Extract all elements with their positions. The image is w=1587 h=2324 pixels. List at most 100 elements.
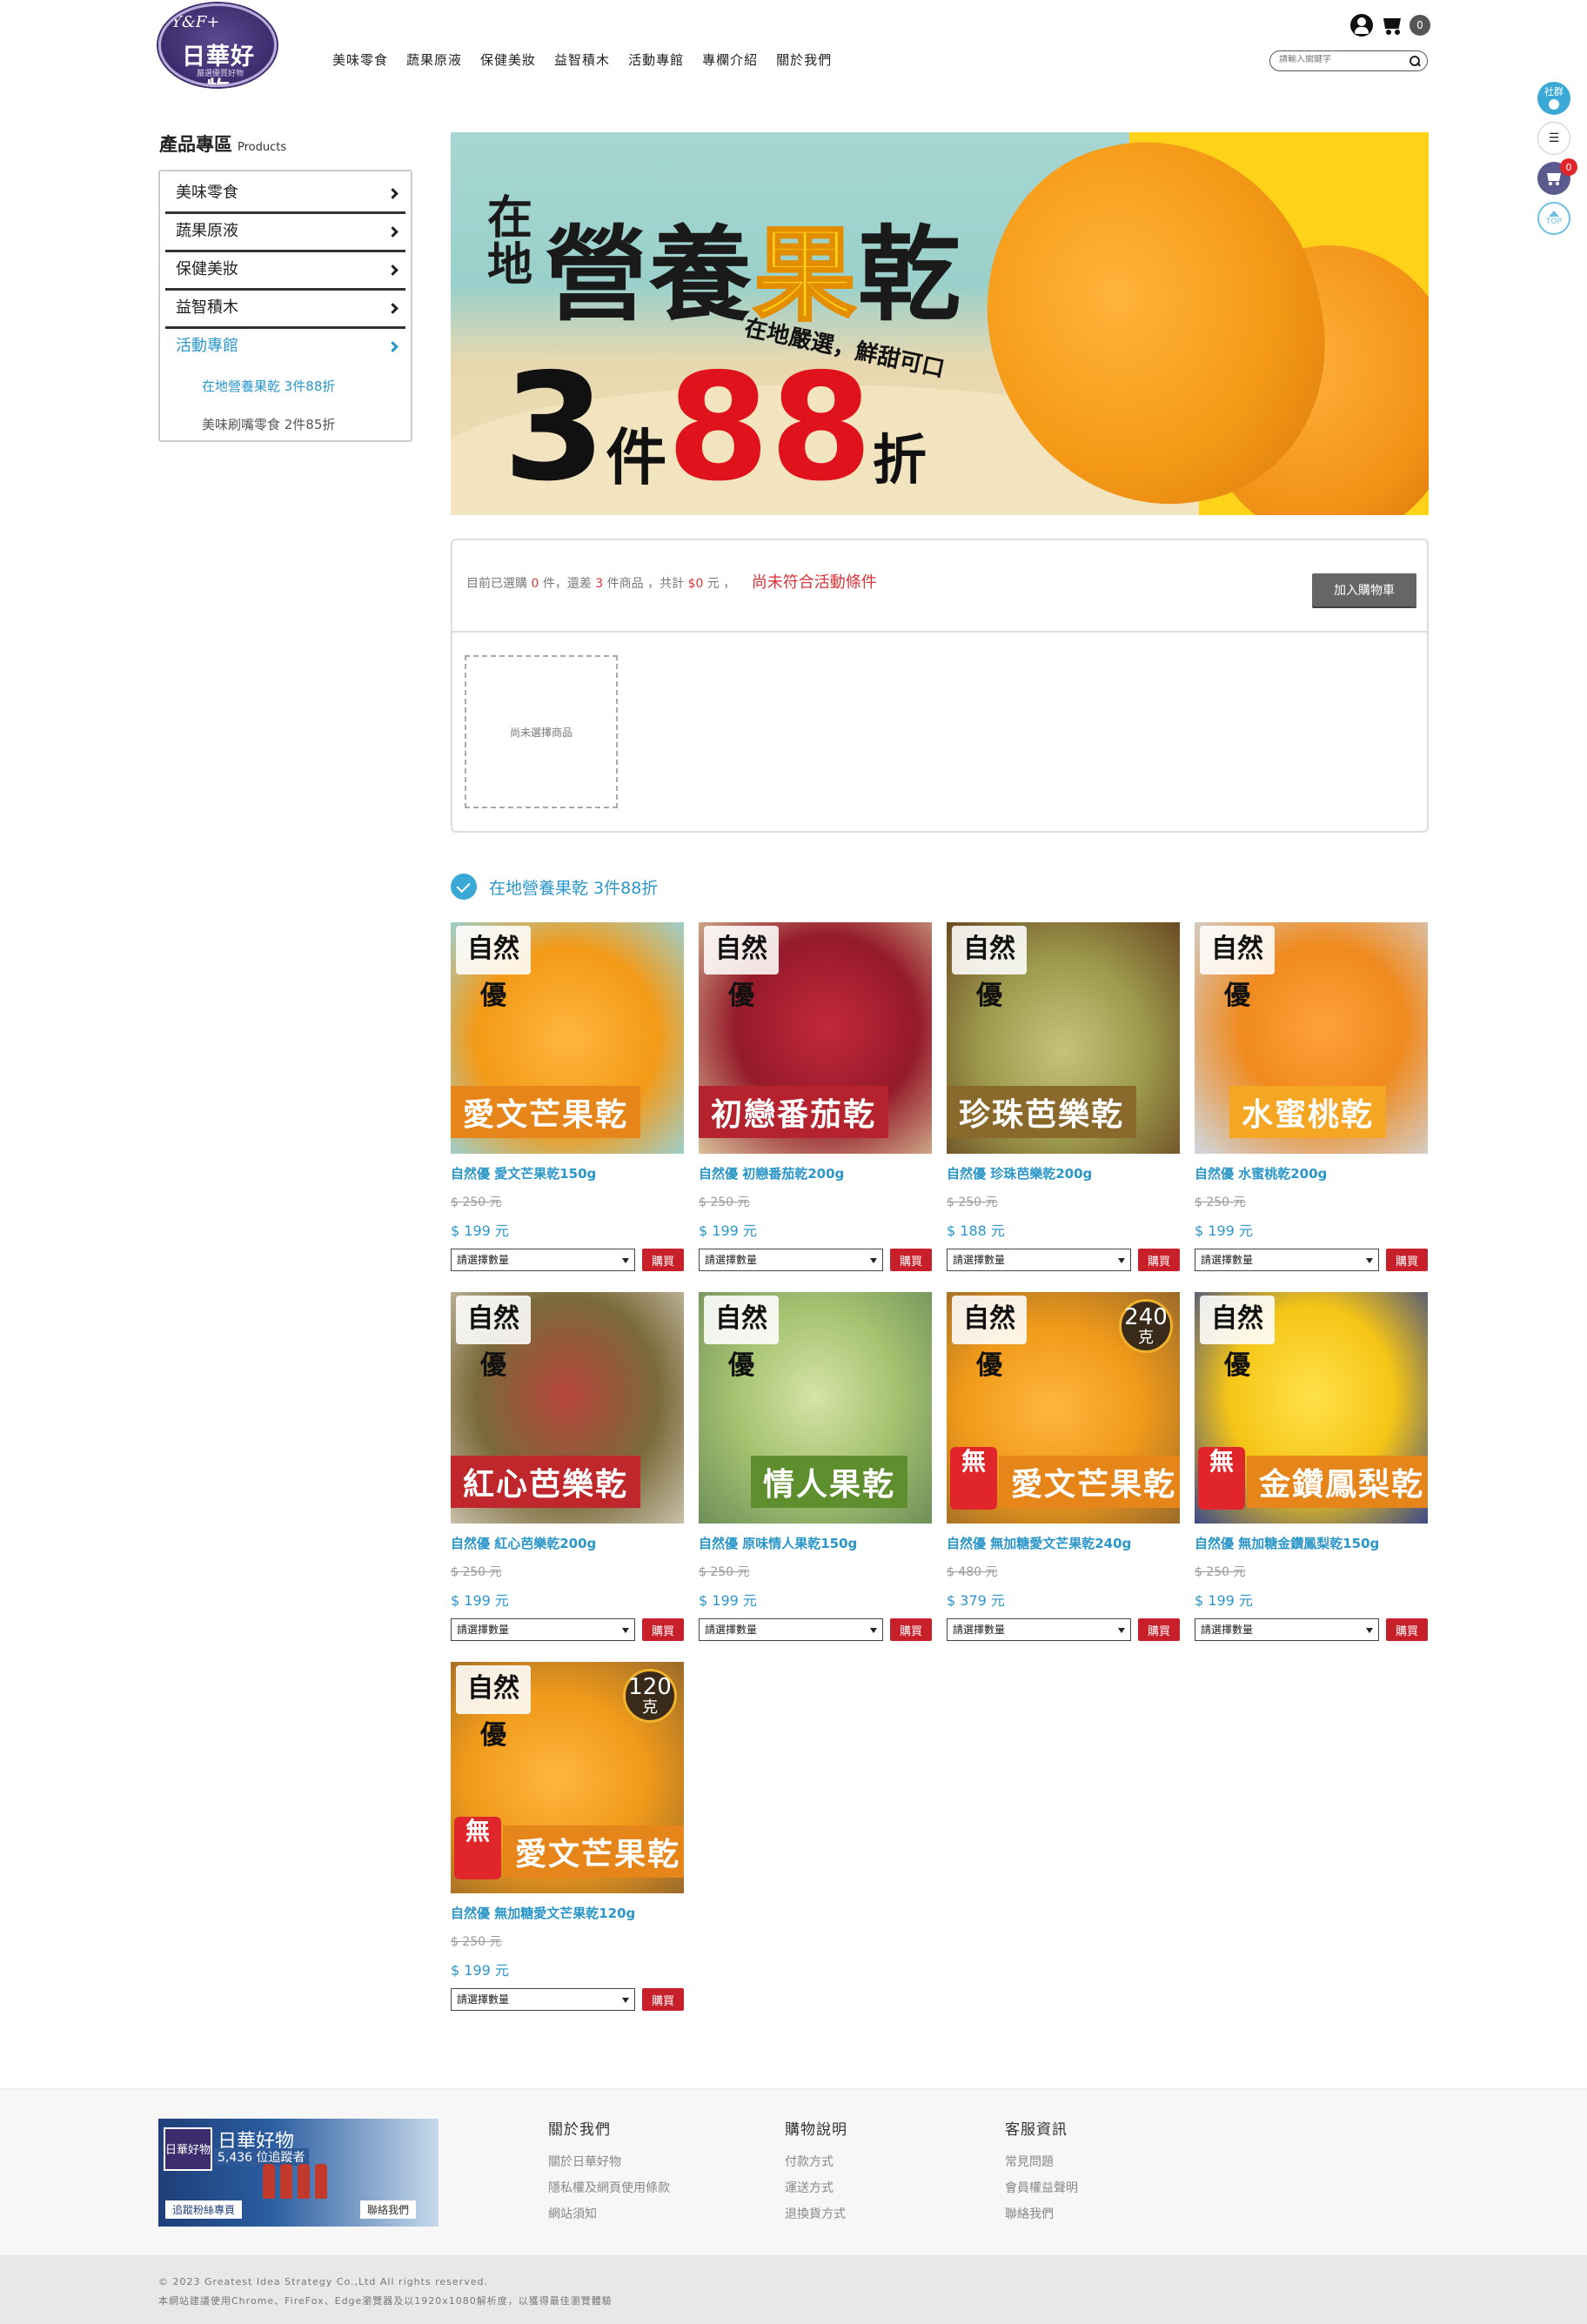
product-image[interactable]: 自然優 愛文芒果乾 (451, 922, 684, 1154)
status-text: 件商品 ，共計 (606, 577, 685, 591)
product-name[interactable]: 自然優 無加糖愛文芒果乾240g (947, 1534, 1180, 1552)
footer-link[interactable]: 付款方式 (785, 2153, 847, 2170)
back-to-top-button[interactable]: TOP (1537, 202, 1570, 235)
footer-link[interactable]: 會員權益聲明 (1005, 2179, 1078, 2196)
sale-price: $ 199 元 (451, 1962, 509, 1979)
promo-summary: 目前已選購 0 件，還差 3 件商品 ，共計 $0 元 ， 尚未符合活動條件 加… (452, 540, 1427, 633)
product-image[interactable]: 自然優 無 金鑽鳳梨乾 (1195, 1292, 1428, 1524)
quantity-select[interactable]: 請選擇數量 (1195, 1249, 1379, 1271)
buy-button[interactable]: 購買 (642, 1988, 684, 2011)
sidebar-subitem-fruit[interactable]: 在地營養果乾 3件88折 (165, 367, 405, 405)
footer-link[interactable]: 網站須知 (548, 2205, 670, 2222)
buy-row: 請選擇數量 購買 (451, 1618, 684, 1641)
quantity-select[interactable]: 請選擇數量 (699, 1618, 883, 1641)
buy-button[interactable]: 購買 (642, 1618, 684, 1641)
nav-item-articles[interactable]: 專欄介紹 (702, 50, 758, 69)
promo-panel: 目前已選購 0 件，還差 3 件商品 ，共計 $0 元 ， 尚未符合活動條件 加… (451, 539, 1429, 833)
nav-item-snacks[interactable]: 美味零食 (332, 50, 388, 69)
deal-rate: 88 (666, 342, 873, 514)
buy-button[interactable]: 購買 (642, 1249, 684, 1271)
search-icon[interactable] (1410, 56, 1420, 66)
nav-item-events[interactable]: 活動專館 (628, 50, 684, 69)
product-image[interactable]: 自然優 紅心芭樂乾 (451, 1292, 684, 1524)
product-card: 自然優 珍珠芭樂乾 自然優 珍珠芭樂乾200g $ 250 元 $ 188 元 … (947, 922, 1180, 1271)
footer-logo: 日華好物 (164, 2127, 212, 2171)
sidebar-item-juice[interactable]: 蔬果原液 (165, 214, 405, 252)
buy-button[interactable]: 購買 (890, 1249, 932, 1271)
quantity-select[interactable]: 請選擇數量 (451, 1249, 635, 1271)
product-name[interactable]: 自然優 水蜜桃乾200g (1195, 1164, 1428, 1182)
condition-warning: 尚未符合活動條件 (751, 573, 877, 592)
buy-row: 請選擇數量 購買 (699, 1618, 932, 1641)
footer-link[interactable]: 退換貨方式 (785, 2205, 847, 2222)
follow-page-button[interactable]: 追蹤粉絲專頁 (165, 2200, 243, 2219)
sale-price: $ 199 元 (1195, 1592, 1253, 1609)
site-logo[interactable]: Y&F+ 日華好物 嚴選優質好物 (158, 3, 277, 87)
user-icon[interactable] (1350, 14, 1373, 37)
logo-name: 日華好物 (182, 44, 255, 84)
product-label: 珍珠芭樂乾 (947, 1086, 1137, 1138)
original-price: $ 250 元 (947, 1195, 998, 1209)
product-label: 水蜜桃乾 (1229, 1086, 1387, 1138)
nav-item-blocks[interactable]: 益智積木 (554, 50, 610, 69)
original-price: $ 250 元 (451, 1195, 502, 1209)
product-name[interactable]: 自然優 初戀番茄乾200g (699, 1164, 932, 1182)
product-name[interactable]: 自然優 原味情人果乾150g (699, 1534, 932, 1552)
social-button[interactable]: 社群 (1537, 82, 1570, 115)
nav-item-juice[interactable]: 蔬果原液 (406, 50, 462, 69)
quantity-select[interactable]: 請選擇數量 (699, 1249, 883, 1271)
quantity-select[interactable]: 請選擇數量 (947, 1618, 1131, 1641)
quantity-select[interactable]: 請選擇數量 (1195, 1618, 1379, 1641)
chevron-down-icon (387, 341, 398, 352)
cart-icon[interactable] (1380, 16, 1403, 35)
product-image[interactable]: 自然優 珍珠芭樂乾 (947, 922, 1180, 1154)
main-nav: 美味零食 蔬果原液 保健美妝 益智積木 活動專館 專欄介紹 關於我們 (332, 50, 850, 69)
sidebar-subitem-snacks[interactable]: 美味刷嘴零食 2件85折 (165, 405, 405, 444)
float-search-button[interactable]: ☰ (1537, 122, 1570, 155)
product-name[interactable]: 自然優 無加糖愛文芒果乾120g (451, 1904, 684, 1922)
add-to-cart-button[interactable]: 加入購物車 (1312, 573, 1416, 606)
product-label: 情人果乾 (751, 1456, 908, 1508)
original-price: $ 250 元 (1195, 1565, 1246, 1579)
nav-item-about[interactable]: 關於我們 (776, 50, 832, 69)
quantity-select[interactable]: 請選擇數量 (451, 1988, 635, 2011)
footer-link[interactable]: 常見問題 (1005, 2153, 1078, 2170)
product-image[interactable]: 自然優 120 克 無 愛文芒果乾 (451, 1662, 684, 1893)
sidebar-item-health[interactable]: 保健美妝 (165, 252, 405, 291)
sidebar-menu: 美味零食 蔬果原液 保健美妝 益智積木 活動專館 在地營養果乾 3件88折 美味… (158, 170, 412, 442)
sidebar-item-snacks[interactable]: 美味零食 (165, 176, 405, 214)
footer-link[interactable]: 運送方式 (785, 2179, 847, 2196)
buy-button[interactable]: 購買 (1386, 1618, 1428, 1641)
quantity-select[interactable]: 請選擇數量 (451, 1618, 635, 1641)
float-cart-button[interactable]: 0 (1537, 158, 1577, 195)
search-input[interactable] (1279, 55, 1401, 64)
product-name[interactable]: 自然優 無加糖金鑽鳳梨乾150g (1195, 1534, 1428, 1552)
footer-link[interactable]: 關於日華好物 (548, 2153, 670, 2170)
product-name[interactable]: 自然優 紅心芭樂乾200g (451, 1534, 684, 1552)
sidebar-item-label: 益智積木 (176, 298, 238, 317)
quantity-select[interactable]: 請選擇數量 (947, 1249, 1131, 1271)
weight-badge: 120 克 (623, 1669, 677, 1723)
nav-item-health[interactable]: 保健美妝 (480, 50, 536, 69)
sidebar-item-blocks[interactable]: 益智積木 (165, 291, 405, 329)
product-card: 自然優 120 克 無 愛文芒果乾 自然優 無加糖愛文芒果乾120g $ 250 … (451, 1662, 684, 2011)
buy-button[interactable]: 購買 (1386, 1249, 1428, 1271)
product-image[interactable]: 自然優 初戀番茄乾 (699, 922, 932, 1154)
footer-link[interactable]: 隱私權及網頁使用條款 (548, 2179, 670, 2196)
section-heading: 在地營養果乾 3件88折 (451, 874, 658, 900)
footer-link[interactable]: 聯絡我們 (1005, 2205, 1078, 2222)
buy-row: 請選擇數量 購買 (1195, 1618, 1428, 1641)
product-image[interactable]: 自然優 情人果乾 (699, 1292, 932, 1524)
buy-button[interactable]: 購買 (1138, 1618, 1180, 1641)
facebook-banner[interactable]: 日華好物 日華好物 5,436 位追蹤者 追蹤粉絲專頁 聯絡我們 (158, 2119, 439, 2227)
product-name[interactable]: 自然優 愛文芒果乾150g (451, 1164, 684, 1182)
buy-button[interactable]: 購買 (1138, 1249, 1180, 1271)
product-image[interactable]: 自然優 240 克 無 愛文芒果乾 (947, 1292, 1180, 1524)
product-image[interactable]: 自然優 水蜜桃乾 (1195, 922, 1428, 1154)
remain-count: 3 (595, 577, 604, 591)
contact-button[interactable]: 聯絡我們 (360, 2200, 417, 2219)
buy-button[interactable]: 購買 (890, 1618, 932, 1641)
product-name[interactable]: 自然優 珍珠芭樂乾200g (947, 1164, 1180, 1182)
sidebar-item-events[interactable]: 活動專館 (165, 329, 405, 367)
logo-mark: Y&F+ (171, 13, 220, 31)
